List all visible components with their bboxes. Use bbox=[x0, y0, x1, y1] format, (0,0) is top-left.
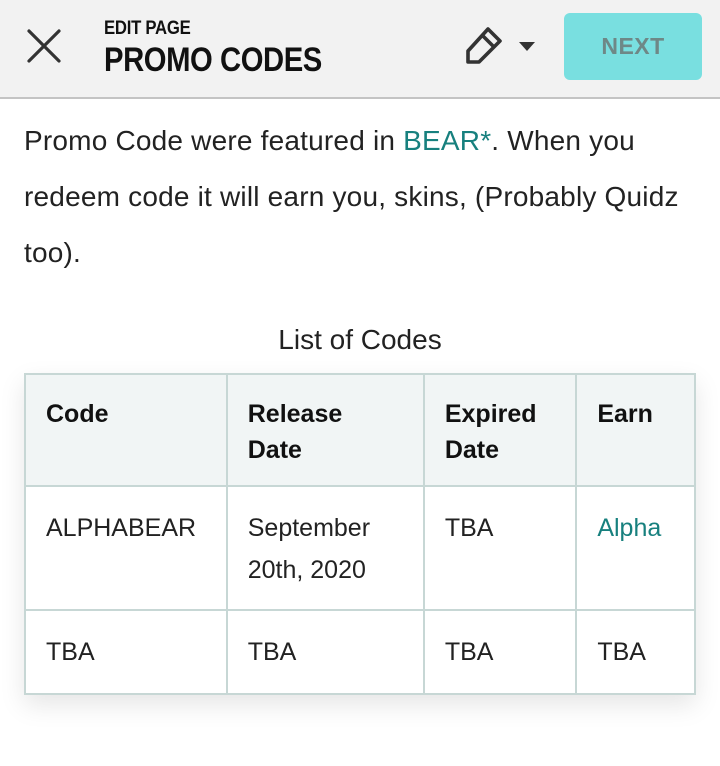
page-title: PROMO CODES bbox=[104, 41, 322, 79]
table-row: TBA TBA TBA TBA bbox=[24, 609, 696, 695]
close-icon bbox=[27, 29, 61, 63]
header-release-date: Release Date bbox=[225, 373, 425, 487]
header-titles: EDIT PAGE PROMO CODES bbox=[104, 18, 357, 79]
intro-text-before: Promo Code were featured in bbox=[24, 125, 404, 156]
close-button[interactable] bbox=[24, 26, 64, 66]
cell-release-date: TBA bbox=[225, 609, 425, 695]
page-subtitle: EDIT PAGE bbox=[104, 18, 191, 39]
bear-link[interactable]: BEAR* bbox=[403, 125, 491, 156]
codes-table: Code Release Date Expired Date Earn ALPH… bbox=[24, 373, 696, 695]
next-button[interactable]: NEXT bbox=[564, 13, 702, 80]
table-row: ALPHABEAR September 20th, 2020 TBA Alpha bbox=[24, 485, 696, 611]
header-code: Code bbox=[24, 373, 228, 487]
article-content: Promo Code were featured in BEAR*. When … bbox=[24, 113, 704, 281]
cell-code: ALPHABEAR bbox=[24, 485, 228, 611]
table-header-row: Code Release Date Expired Date Earn bbox=[24, 373, 696, 487]
intro-paragraph: Promo Code were featured in BEAR*. When … bbox=[24, 113, 704, 281]
cell-earn: Alpha bbox=[575, 485, 696, 611]
cell-expired-date: TBA bbox=[422, 609, 578, 695]
codes-table-container: Code Release Date Expired Date Earn ALPH… bbox=[24, 373, 696, 695]
pencil-icon bbox=[466, 27, 502, 64]
header-expired-date: Expired Date bbox=[422, 373, 578, 487]
cell-earn: TBA bbox=[575, 609, 696, 695]
cell-release-date: September 20th, 2020 bbox=[225, 485, 425, 611]
caret-down-icon bbox=[519, 42, 535, 51]
earn-link[interactable]: Alpha bbox=[597, 514, 661, 542]
table-caption: List of Codes bbox=[278, 324, 442, 355]
cell-code: TBA bbox=[24, 609, 228, 695]
cell-expired-date: TBA bbox=[422, 485, 578, 611]
edit-mode-dropdown[interactable] bbox=[462, 24, 542, 70]
top-bar: EDIT PAGE PROMO CODES NEXT bbox=[0, 0, 720, 99]
header-earn: Earn bbox=[575, 373, 696, 487]
